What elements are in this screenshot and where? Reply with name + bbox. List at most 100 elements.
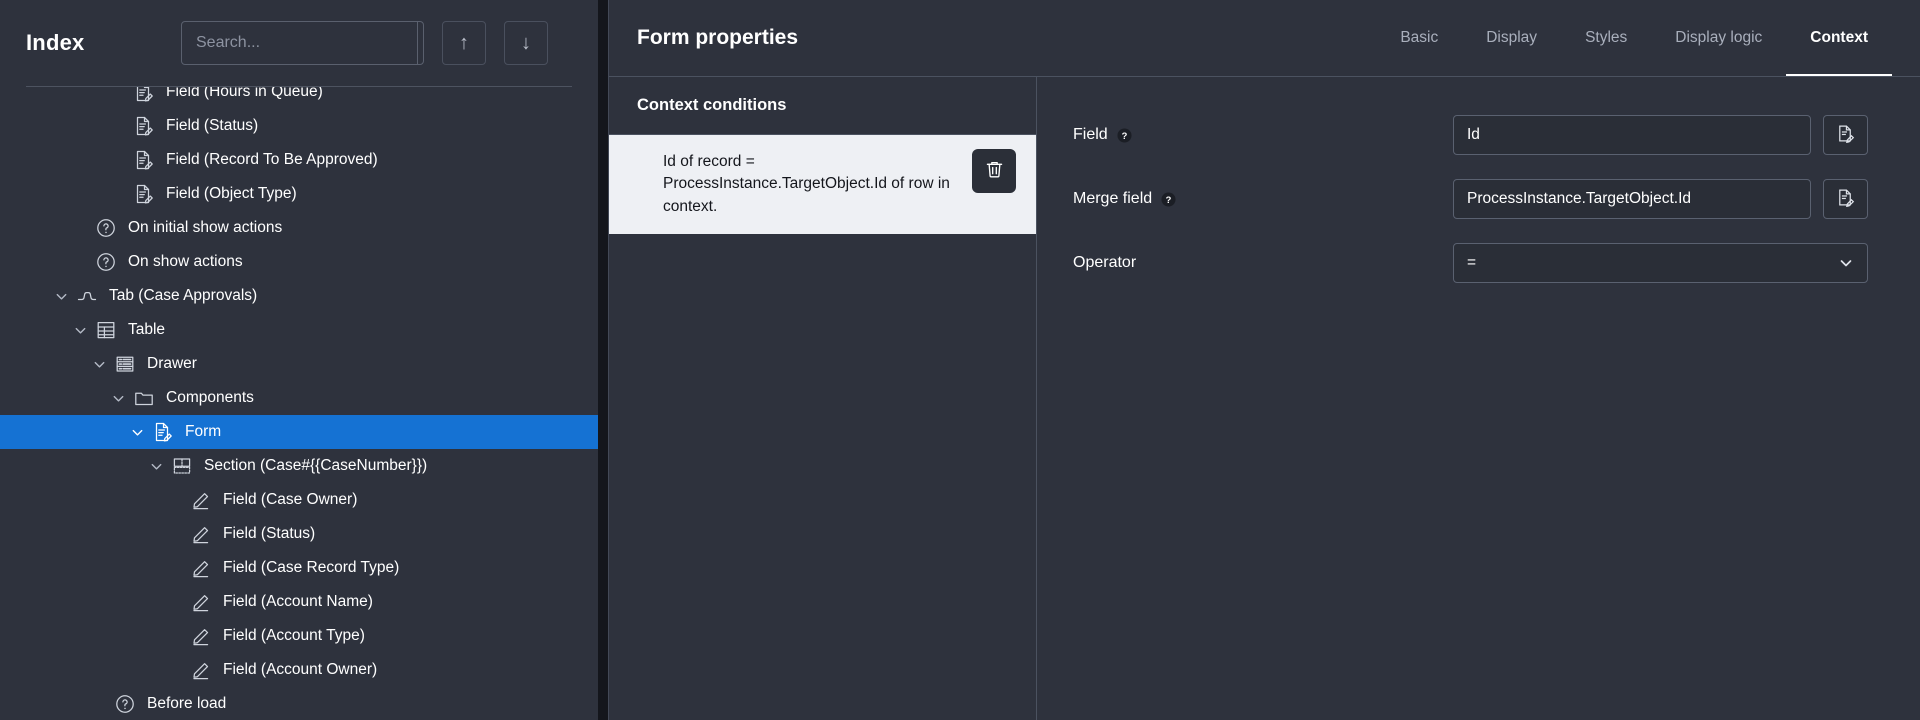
document-edit-icon	[1836, 124, 1855, 146]
tab-display-logic[interactable]: Display logic	[1651, 0, 1786, 76]
merge-field-label: Merge field	[1073, 190, 1153, 207]
question-circle-icon	[95, 217, 117, 239]
tree-row[interactable]: On show actions	[0, 245, 598, 279]
merge-field-label-group: Merge field ?	[1073, 190, 1453, 208]
document-edit-icon	[133, 183, 155, 205]
tab-styles[interactable]: Styles	[1561, 0, 1651, 76]
tree-row-label: Field (Case Owner)	[223, 491, 358, 509]
chevron-down-icon[interactable]	[71, 321, 89, 339]
condition-detail-form: Field ? Id Merge field ? ProcessInstance…	[1037, 76, 1920, 720]
tree-row[interactable]: Components	[0, 381, 598, 415]
pencil-icon	[190, 523, 212, 545]
tree-row[interactable]: Field (Case Owner)	[0, 483, 598, 517]
properties-title: Form properties	[637, 26, 799, 49]
tree-row-label: Components	[166, 389, 254, 407]
operator-value: =	[1467, 254, 1477, 271]
pencil-icon	[190, 625, 212, 647]
field-picker-button[interactable]	[1823, 115, 1868, 155]
tree-row[interactable]: Before load	[0, 687, 598, 720]
search-input[interactable]	[182, 22, 417, 64]
tab-display[interactable]: Display	[1462, 0, 1561, 76]
merge-field-input[interactable]	[1453, 179, 1811, 219]
operator-label-group: Operator	[1073, 254, 1453, 272]
context-conditions-column: Context conditions Id of record = Proces…	[609, 76, 1037, 720]
tree-row[interactable]: Section (Case#{{CaseNumber}})	[0, 449, 598, 483]
svg-text:?: ?	[1121, 130, 1127, 140]
tree-row-label: On show actions	[128, 253, 243, 271]
context-condition-item[interactable]: Id of record = ProcessInstance.TargetObj…	[609, 135, 1036, 235]
tree-row[interactable]: On initial show actions	[0, 211, 598, 245]
tree-row-label: Field (Case Record Type)	[223, 559, 400, 577]
tree-row-label: Table	[128, 321, 166, 339]
svg-text:?: ?	[1166, 194, 1172, 204]
help-circle-icon[interactable]: ?	[1117, 127, 1132, 143]
tree-row[interactable]: Field (Record To Be Approved)	[0, 143, 598, 177]
tree-row[interactable]: Drawer	[0, 347, 598, 381]
tree-row[interactable]: Tab (Case Approvals)	[0, 279, 598, 313]
merge-field-picker-button[interactable]	[1823, 179, 1868, 219]
folder-icon	[133, 387, 155, 409]
chevron-down-icon[interactable]	[147, 457, 165, 475]
tree-row[interactable]: Field (Account Name)	[0, 585, 598, 619]
operator-select[interactable]: =	[1453, 243, 1868, 283]
chevron-down-icon[interactable]	[109, 389, 127, 407]
arrow-up-icon: ↑	[459, 32, 469, 54]
tree-row[interactable]: Field (Status)	[0, 109, 598, 143]
operator-label: Operator	[1073, 254, 1137, 271]
tab-basic[interactable]: Basic	[1376, 0, 1462, 76]
tree-row-label: Field (Status)	[223, 525, 316, 543]
section-icon	[171, 455, 193, 477]
tree-row-label: Form	[185, 423, 222, 441]
help-circle-icon[interactable]: ?	[1161, 191, 1176, 207]
tab-icon	[76, 285, 98, 307]
properties-tabs[interactable]: Basic Display Styles Display logic Context	[1376, 0, 1892, 76]
tree-row[interactable]: Field (Object Type)	[0, 177, 598, 211]
pencil-icon	[190, 659, 212, 681]
field-input[interactable]	[1453, 115, 1811, 155]
chevron-down-icon[interactable]	[128, 423, 146, 441]
merge-field-row: Merge field ?	[1073, 179, 1868, 219]
chevron-down-icon[interactable]	[90, 355, 108, 373]
document-edit-icon	[133, 149, 155, 171]
tree-row-label: Field (Record To Be Approved)	[166, 151, 378, 169]
search-button[interactable]	[417, 22, 423, 64]
tree-row[interactable]: Field (Status)	[0, 517, 598, 551]
document-edit-icon	[152, 421, 174, 443]
tree-row[interactable]: Field (Account Owner)	[0, 653, 598, 687]
search-box	[181, 21, 424, 65]
field-control-wrap	[1453, 115, 1868, 155]
tree-row-label: Section (Case#{{CaseNumber}})	[204, 457, 428, 475]
document-edit-icon	[1836, 188, 1855, 210]
move-up-button[interactable]: ↑	[442, 21, 486, 65]
context-conditions-list[interactable]: Id of record = ProcessInstance.TargetObj…	[609, 135, 1036, 720]
drawer-icon	[114, 353, 136, 375]
tab-context[interactable]: Context	[1786, 0, 1892, 76]
form-properties-panel: Form properties Basic Display Styles Displa…	[608, 0, 1920, 720]
app-root: Index ↑ ↓ Field (Hours in Q	[0, 0, 1920, 720]
field-label: Field	[1073, 126, 1108, 143]
tree-row-label: Field (Account Owner)	[223, 661, 378, 679]
delete-condition-button[interactable]	[972, 149, 1016, 193]
chevron-down-icon[interactable]	[52, 287, 70, 305]
pencil-icon	[190, 591, 212, 613]
index-tree[interactable]: Field (Hours in Queue) Field (Status) Fiel…	[0, 87, 598, 720]
tree-row-label: Field (Status)	[166, 117, 259, 135]
tree-row-label: On initial show actions	[128, 219, 283, 237]
tree-row-label: Tab (Case Approvals)	[109, 287, 258, 305]
operator-row: Operator =	[1073, 243, 1868, 283]
tree-row[interactable]: Field (Account Type)	[0, 619, 598, 653]
tree-row[interactable]: Field (Hours in Queue)	[0, 87, 598, 109]
index-panel: Index ↑ ↓ Field (Hours in Q	[0, 0, 598, 720]
properties-body: Context conditions Id of record = Proces…	[609, 76, 1920, 720]
context-conditions-header: Context conditions	[609, 77, 1036, 135]
tree-row[interactable]: Field (Case Record Type)	[0, 551, 598, 585]
tree-row[interactable]: Table	[0, 313, 598, 347]
arrow-down-icon: ↓	[521, 32, 531, 54]
merge-field-control-wrap	[1453, 179, 1868, 219]
tree-row-label: Field (Account Type)	[223, 627, 365, 645]
document-edit-icon	[133, 87, 155, 103]
field-row: Field ?	[1073, 115, 1868, 155]
tree-row-selected[interactable]: Form	[0, 415, 598, 449]
properties-header: Form properties Basic Display Styles Displa…	[609, 0, 1920, 76]
move-down-button[interactable]: ↓	[504, 21, 548, 65]
